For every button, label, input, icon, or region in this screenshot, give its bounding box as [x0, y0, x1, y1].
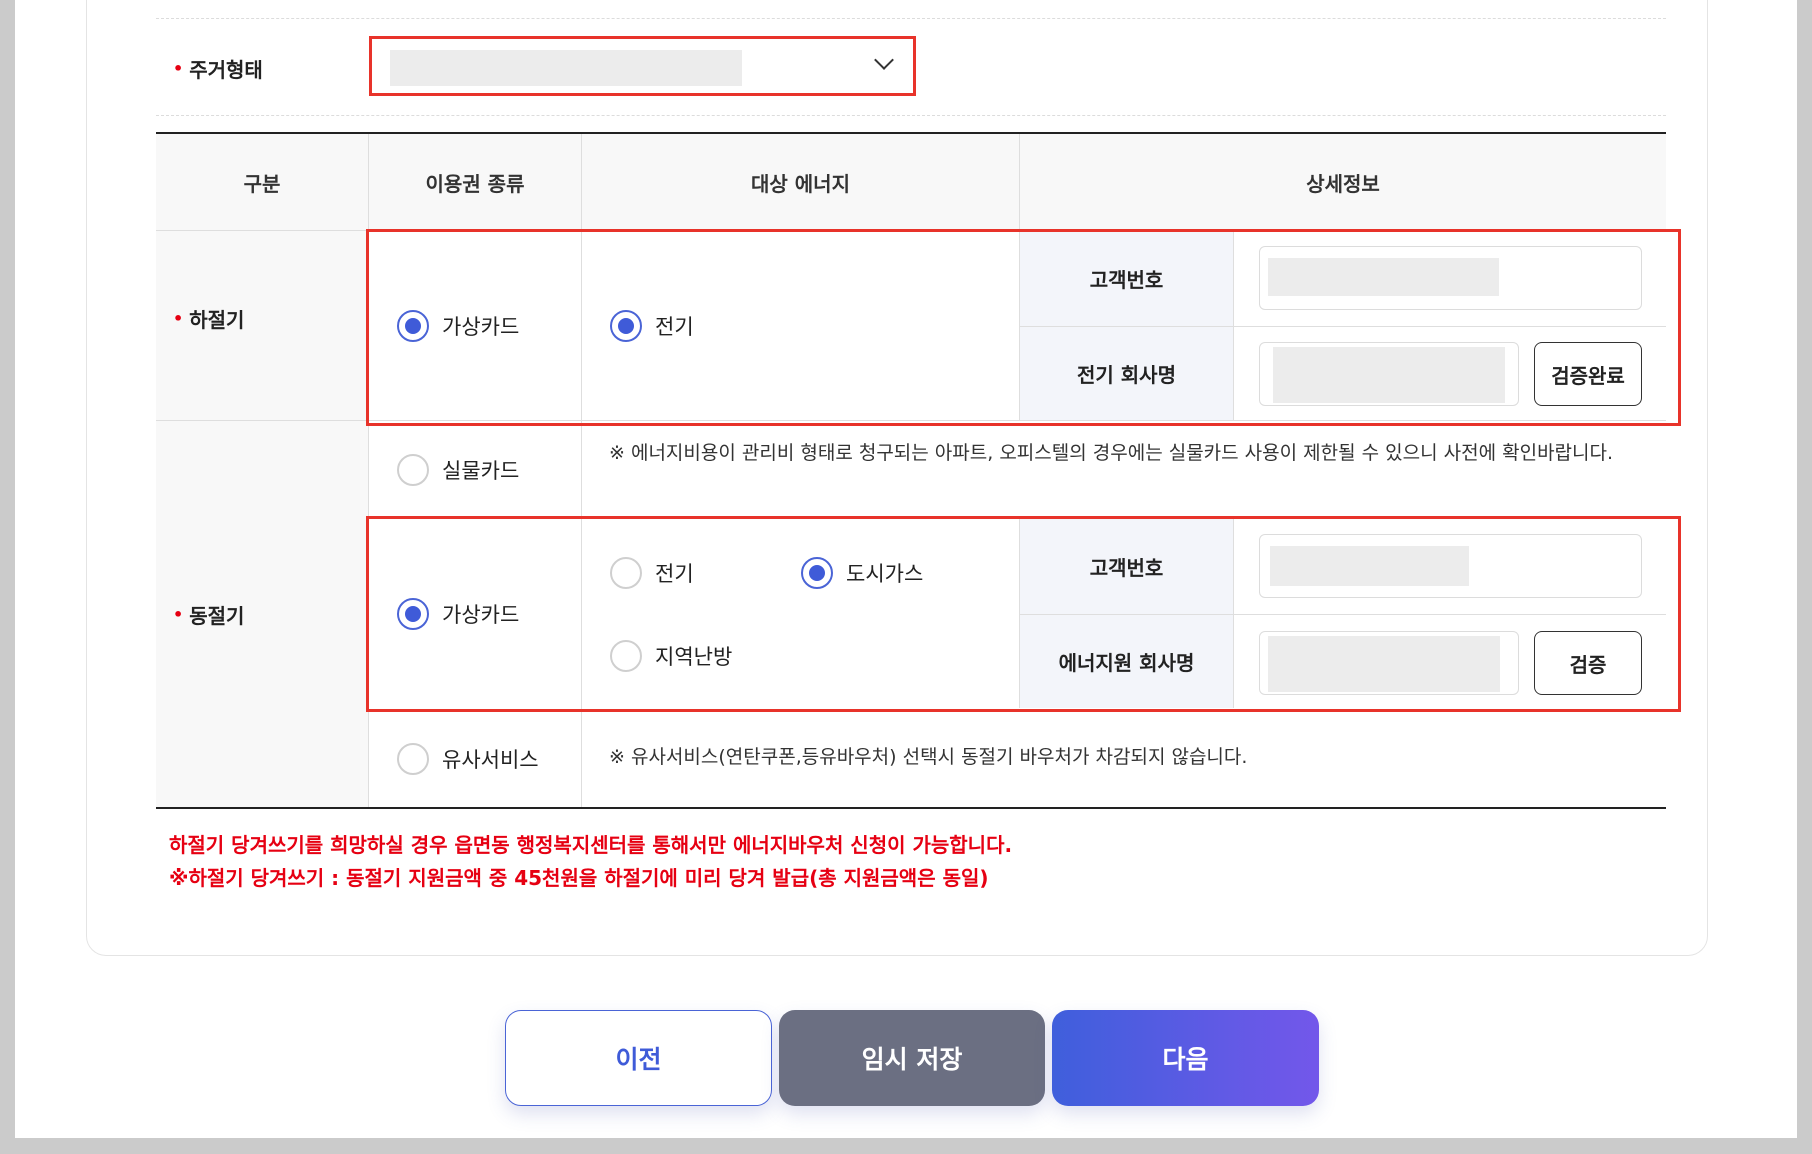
summer-verify-complete-button[interactable]: 검증완료 — [1534, 342, 1642, 406]
required-marker: • — [173, 59, 184, 78]
winter-customer-no-label: 고객번호 — [1089, 556, 1164, 580]
masked-value — [1268, 636, 1500, 692]
summer-customer-no-label: 고객번호 — [1089, 268, 1164, 292]
radio-unchecked-icon — [397, 454, 429, 486]
header-target-energy: 대상 에너지 — [582, 134, 1019, 230]
winter-district-heating-radio[interactable]: 지역난방 — [610, 640, 732, 672]
winter-customer-no-input[interactable] — [1259, 534, 1642, 598]
physical-card-note: ※ 에너지비용이 관리비 형태로 청구되는 아파트, 오피스텔의 경우에는 실물… — [609, 442, 1614, 464]
header-detail-info: 상세정보 — [1020, 134, 1666, 230]
winter-verify-button[interactable]: 검증 — [1534, 631, 1642, 695]
winter-physical-card-radio[interactable]: 실물카드 — [397, 454, 519, 486]
column-divider — [368, 134, 369, 807]
housing-type-label: • 주거형태 — [173, 54, 263, 83]
radio-checked-icon — [610, 310, 642, 342]
column-divider — [581, 134, 582, 807]
winter-virtual-card-radio[interactable]: 가상카드 — [397, 598, 519, 630]
required-marker: • — [173, 605, 184, 624]
row-divider — [369, 709, 1666, 710]
summer-virtual-card-radio[interactable]: 가상카드 — [397, 310, 519, 342]
summer-company-input[interactable] — [1259, 342, 1519, 406]
winter-company-label: 에너지원 회사명 — [1058, 651, 1195, 675]
radio-unchecked-icon — [397, 743, 429, 775]
row-divider — [369, 518, 1666, 519]
warning-line-1: 하절기 당겨쓰기를 희망하실 경우 읍면동 행정복지센터를 통해서만 에너지바우… — [169, 833, 1013, 857]
prev-button[interactable]: 이전 — [505, 1010, 772, 1106]
similar-service-radio[interactable]: 유사서비스 — [397, 743, 539, 775]
row-divider — [156, 230, 1666, 231]
masked-value — [1268, 258, 1499, 296]
winter-season-label: • 동절기 — [173, 604, 245, 628]
similar-service-note: ※ 유사서비스(연탄쿠폰,등유바우처) 선택시 동절기 바우처가 차감되지 않습… — [609, 746, 1248, 768]
winter-city-gas-radio[interactable]: 도시가스 — [801, 557, 923, 589]
summer-customer-no-input[interactable] — [1259, 246, 1642, 310]
radio-checked-icon — [397, 598, 429, 630]
column-divider — [1233, 231, 1234, 420]
summer-season-label: • 하절기 — [173, 308, 245, 332]
masked-value — [1273, 347, 1505, 403]
column-divider — [1019, 134, 1020, 230]
radio-unchecked-icon — [610, 557, 642, 589]
masked-value — [1270, 546, 1469, 586]
winter-electricity-radio[interactable]: 전기 — [610, 557, 694, 589]
housing-type-text: 주거형태 — [189, 58, 263, 82]
radio-checked-icon — [801, 557, 833, 589]
divider-housing — [156, 115, 1666, 116]
housing-type-value — [390, 50, 742, 86]
radio-checked-icon — [397, 310, 429, 342]
required-marker: • — [173, 309, 184, 328]
row-divider — [156, 420, 1666, 421]
winter-company-input[interactable] — [1259, 631, 1519, 695]
radio-unchecked-icon — [610, 640, 642, 672]
summer-company-label: 전기 회사명 — [1077, 363, 1176, 387]
header-voucher-type: 이용권 종류 — [369, 134, 581, 230]
chevron-down-icon — [874, 50, 894, 70]
divider-top — [156, 18, 1666, 19]
summer-electricity-radio[interactable]: 전기 — [610, 310, 694, 342]
column-divider — [1233, 519, 1234, 708]
header-category: 구분 — [156, 134, 368, 230]
temp-save-button[interactable]: 임시 저장 — [779, 1010, 1045, 1106]
warning-line-2: ※하절기 당겨쓰기 : 동절기 지원금액 중 45천원을 하절기에 미리 당겨 … — [169, 866, 989, 890]
housing-type-select[interactable] — [369, 36, 916, 96]
next-button[interactable]: 다음 — [1052, 1010, 1319, 1106]
voucher-table: 구분 이용권 종류 대상 에너지 상세정보 • 하절기 • 동절기 가상카드 전… — [156, 132, 1666, 809]
table-bottom-border — [156, 807, 1666, 809]
